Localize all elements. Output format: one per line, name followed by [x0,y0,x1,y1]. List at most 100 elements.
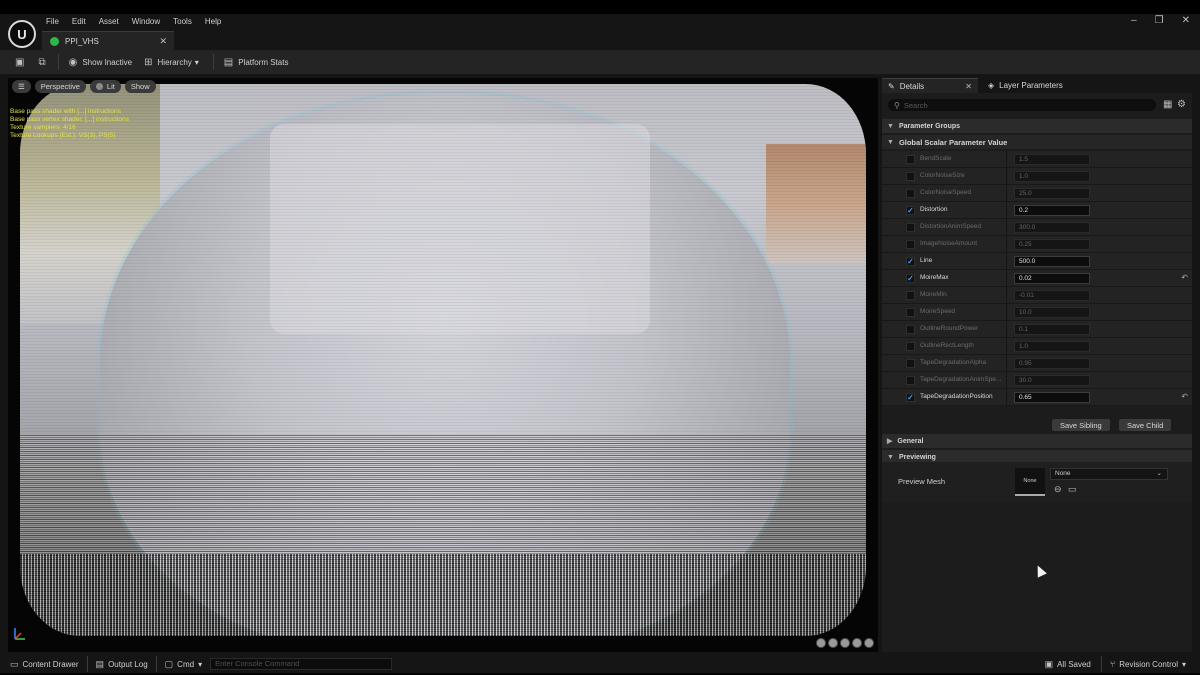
parameter-checkbox[interactable] [906,342,915,351]
section-parameter-groups[interactable]: ▼ Parameter Groups [882,119,1192,133]
vhs-preview-image [20,84,866,636]
section-label: Previewing [898,453,936,461]
parameter-checkbox[interactable]: ✓ [906,393,915,402]
settings-icon[interactable]: ⚙ [1177,99,1186,110]
menu-asset[interactable]: Asset [99,17,119,26]
output-log-button[interactable]: ▤ Output Log [96,659,148,670]
minimize-icon[interactable]: – [1131,15,1137,26]
parameter-value-field[interactable]: 0.95 [1014,358,1090,369]
show-inactive-button[interactable]: ◉ Show Inactive [69,57,133,68]
column-divider [1006,338,1007,355]
use-selected-icon[interactable]: ⊖ [1054,484,1062,495]
parameter-value-field[interactable]: 0.1 [1014,324,1090,335]
parameter-row: ✓ TapeDegradationPosition 0.65 ↶ [882,389,1192,406]
parameter-value-field[interactable]: 1.5 [1014,154,1090,165]
all-saved-button[interactable]: ▣ All Saved [1045,659,1091,670]
parameter-value-field[interactable]: 1.0 [1014,171,1090,182]
tab-ppi-vhs[interactable]: PPI_VHS ✕ [42,31,174,50]
parameter-value-field[interactable]: 30.0 [1014,375,1090,386]
menu-window[interactable]: Window [132,17,160,26]
close-icon[interactable]: ✕ [1182,15,1190,26]
teapot-icon[interactable] [864,638,874,648]
parameter-checkbox[interactable]: ✓ [906,206,915,215]
save-sibling-button[interactable]: Save Sibling [1052,419,1110,431]
parameter-value-field[interactable]: 0.25 [1014,239,1090,250]
parameter-value-field[interactable]: -0.01 [1014,290,1090,301]
parameter-value-field[interactable]: 0.2 [1014,205,1090,216]
parameter-checkbox[interactable] [906,155,915,164]
parameter-name: TapeDegradationAnimSpe... [920,376,1002,383]
tab-details[interactable]: ✎ Details ✕ [882,78,978,93]
parameter-checkbox[interactable] [906,308,915,317]
perspective-button[interactable]: Perspective [34,80,86,93]
preview-viewport[interactable]: ☰ Perspective Lit Show Base pass shader … [8,78,878,652]
menu-edit[interactable]: Edit [72,17,86,26]
parameter-value-field[interactable]: 0.65 [1014,392,1090,403]
preview-mesh-thumbnail[interactable]: None [1015,468,1045,496]
parameter-name: ImageNoiseAmount [920,240,978,247]
search-input[interactable]: ⚲ Search [888,99,1156,111]
parameter-name: BendScale [920,155,952,162]
cylinder-icon[interactable] [816,638,826,648]
chevron-right-icon: ▶ [887,438,893,445]
save-icon[interactable]: ▣ [15,57,24,68]
menu-tools[interactable]: Tools [173,17,192,26]
parameter-checkbox[interactable] [906,291,915,300]
show-button[interactable]: Show [124,80,156,93]
parameter-checkbox[interactable] [906,325,915,334]
platform-stats-button[interactable]: ▤ Platform Stats [224,57,289,68]
cmd-dropdown[interactable]: ▢ Cmd ▾ [165,659,202,670]
platform-stats-label: Platform Stats [238,57,289,67]
reset-to-default-icon[interactable]: ↶ [1181,273,1188,282]
column-divider [1006,287,1007,304]
chevron-down-icon: ▼ [887,138,894,146]
parameter-value-field[interactable]: 500.0 [1014,256,1090,267]
reset-to-default-icon[interactable]: ↶ [1181,392,1188,401]
parameter-row: MoireMin -0.01 [882,287,1192,304]
parameter-checkbox[interactable] [906,240,915,249]
parameter-value-field[interactable]: 25.0 [1014,188,1090,199]
browse-folder-icon[interactable]: ▭ [1068,484,1077,495]
parameter-value-field[interactable]: 0.02 [1014,273,1090,284]
restore-icon[interactable]: ❐ [1155,15,1164,26]
hierarchy-button[interactable]: ⊞ Hierarchy ▾ [144,57,199,68]
pencil-icon: ✎ [888,81,895,91]
plane-icon[interactable] [840,638,850,648]
lit-button[interactable]: Lit [89,80,121,93]
parameter-checkbox[interactable] [906,376,915,385]
parameter-checkbox[interactable] [906,189,915,198]
console-input[interactable]: Enter Console Command [210,658,393,670]
tab-layer-parameters[interactable]: ◈ Layer Parameters [982,78,1102,93]
cube-icon[interactable] [852,638,862,648]
revision-control-button[interactable]: ⑂ Revision Control ▾ [1110,659,1186,669]
parameter-value-field[interactable]: 10.0 [1014,307,1090,318]
tab-label: PPI_VHS [65,36,99,46]
content-drawer-button[interactable]: ▭ Content Drawer [10,659,79,670]
menu-file[interactable]: File [46,17,59,26]
parameter-checkbox[interactable] [906,172,915,181]
menu-help[interactable]: Help [205,17,221,26]
viewport-menu-button[interactable]: ☰ [12,80,31,93]
parameter-row: TapeDegradationAnimSpe... 30.0 [882,372,1192,389]
material-instance-icon [50,36,59,46]
parameter-checkbox[interactable]: ✓ [906,274,915,283]
close-tab-icon[interactable]: ✕ [965,82,972,91]
parameter-value-field[interactable]: 1.0 [1014,341,1090,352]
sphere-icon[interactable] [828,638,838,648]
parameter-checkbox[interactable]: ✓ [906,257,915,266]
table-view-icon[interactable]: ▦ [1163,99,1172,110]
section-general[interactable]: ▶ General [882,434,1192,448]
parameter-checkbox[interactable] [906,223,915,232]
browse-icon[interactable]: ⧉ [38,57,45,68]
parameter-name: TapeDegradationAlpha [920,359,987,366]
console-placeholder: Enter Console Command [215,659,300,668]
parameter-value-field[interactable]: 300.0 [1014,222,1090,233]
parameter-checkbox[interactable] [906,359,915,368]
close-tab-icon[interactable]: ✕ [159,36,167,47]
save-child-button[interactable]: Save Child [1119,419,1172,431]
preview-mesh-dropdown[interactable]: None ⌄ [1050,468,1168,480]
section-global-scalar[interactable]: ▼ Global Scalar Parameter Value [882,135,1192,149]
unreal-logo[interactable]: U [8,20,36,48]
parameter-name: DistortionAnimSpeed [920,223,982,230]
tab-layer-label: Layer Parameters [999,81,1063,90]
